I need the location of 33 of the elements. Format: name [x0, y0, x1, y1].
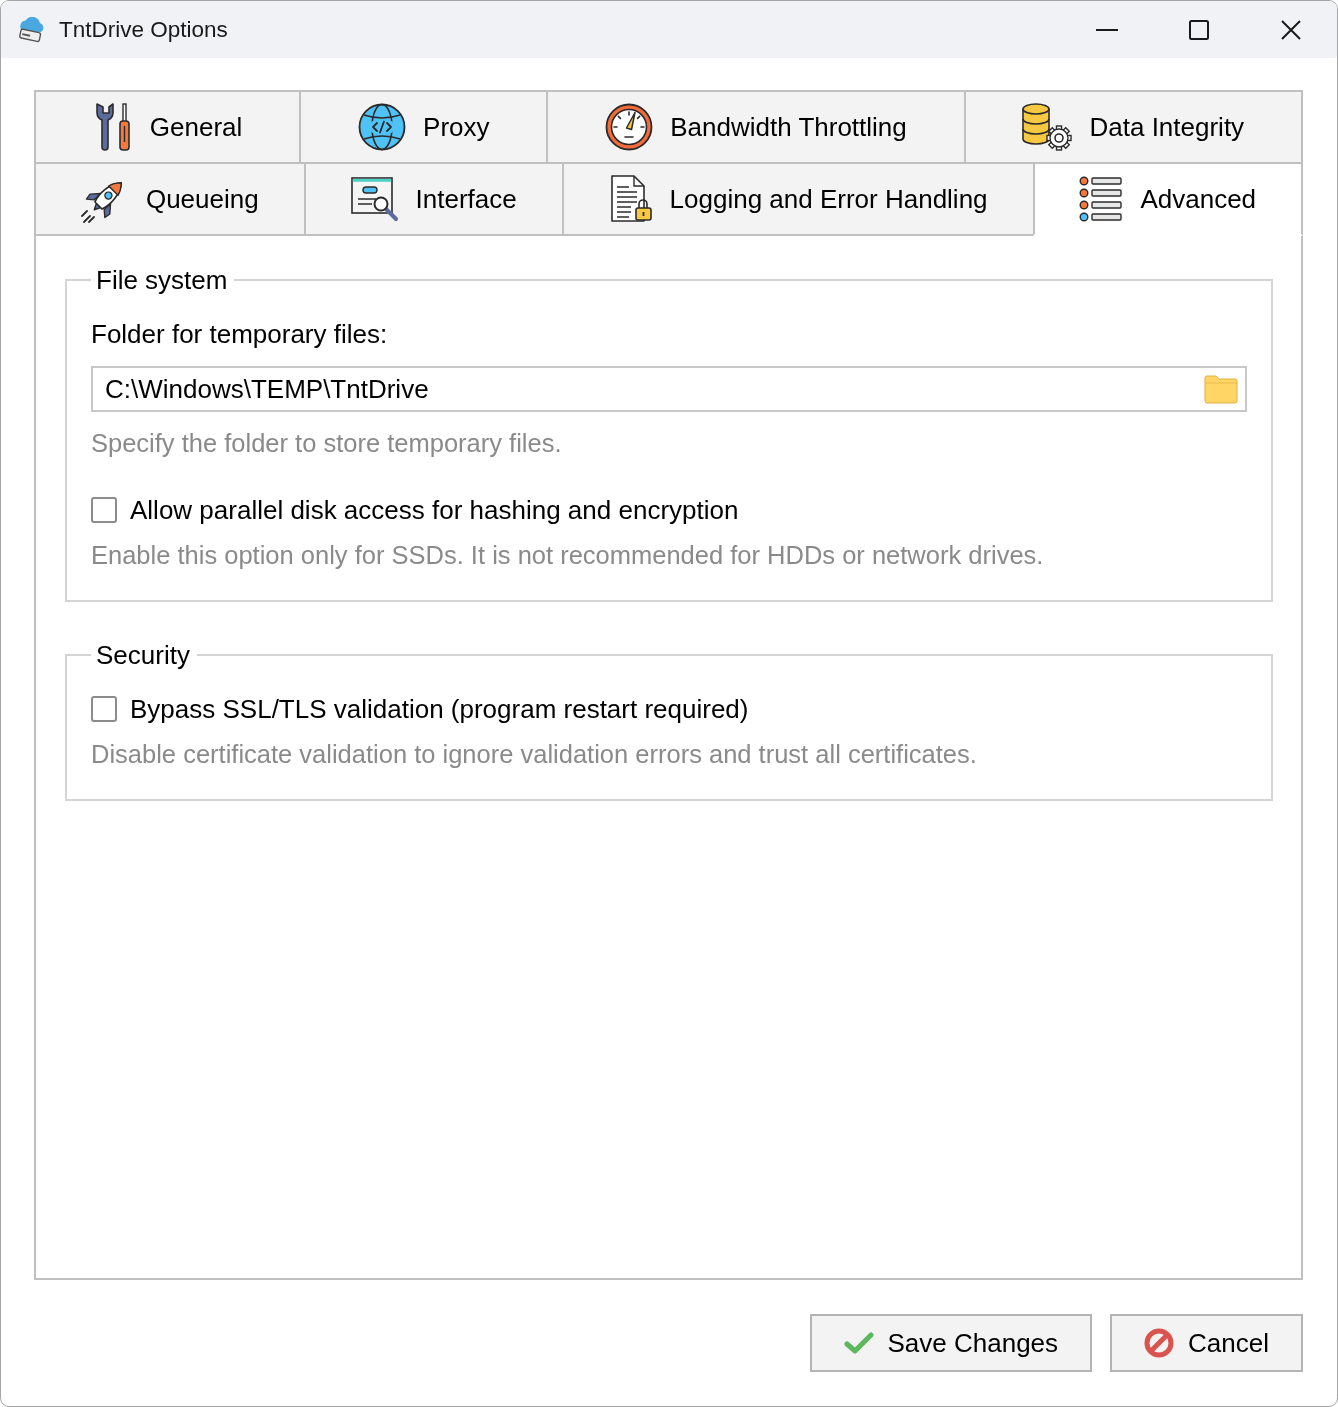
- checkbox-label[interactable]: Allow parallel disk access for hashing and encryption: [130, 495, 739, 525]
- globe-code-icon: [358, 103, 407, 151]
- maximize-icon: [1189, 19, 1209, 40]
- checkbox-label[interactable]: Bypass SSL/TLS validation (program restart required): [130, 694, 749, 724]
- database-gear-icon: [1022, 103, 1073, 151]
- tab[interactable]: Interface: [303, 162, 564, 236]
- tab[interactable]: Data Integrity: [963, 90, 1303, 164]
- minimize-icon: [1096, 28, 1118, 31]
- list-icon: [1079, 175, 1124, 223]
- close-icon: [1281, 19, 1301, 40]
- checkmark-icon: [843, 1332, 874, 1354]
- save-button[interactable]: Save Changes: [809, 1314, 1093, 1372]
- group-title: Security: [95, 640, 191, 670]
- checkbox[interactable]: [91, 696, 117, 722]
- tab[interactable]: Queueing: [34, 162, 306, 236]
- checkbox[interactable]: [91, 497, 117, 523]
- window-magnifier-icon: [350, 176, 399, 222]
- tab[interactable]: Proxy: [299, 90, 549, 164]
- folder-path-field[interactable]: C:\Windows\TEMP\TntDrive: [91, 366, 1247, 412]
- tab[interactable]: Advanced: [1032, 162, 1304, 236]
- hint-text: Disable certificate validation to ignore validation errors and trust all certificates.: [91, 739, 978, 769]
- prohibited-icon: [1144, 1328, 1175, 1358]
- field-label: Folder for temporary files:: [91, 319, 389, 349]
- document-lock-icon: [608, 175, 653, 223]
- tab[interactable]: Logging and Error Handling: [561, 162, 1035, 236]
- speedometer-icon: [605, 103, 654, 151]
- tab[interactable]: Bandwidth Throttling: [546, 90, 966, 164]
- cancel-button[interactable]: Cancel: [1110, 1314, 1303, 1372]
- hint-text: Specify the folder to store temporary files.: [91, 428, 563, 458]
- group-title: File system: [95, 265, 229, 295]
- tab[interactable]: General: [34, 90, 302, 164]
- window-title: TntDrive Options: [59, 16, 228, 43]
- hint-text: Enable this option only for SSDs. It is not recommended for HDDs or network drives.: [91, 540, 1045, 570]
